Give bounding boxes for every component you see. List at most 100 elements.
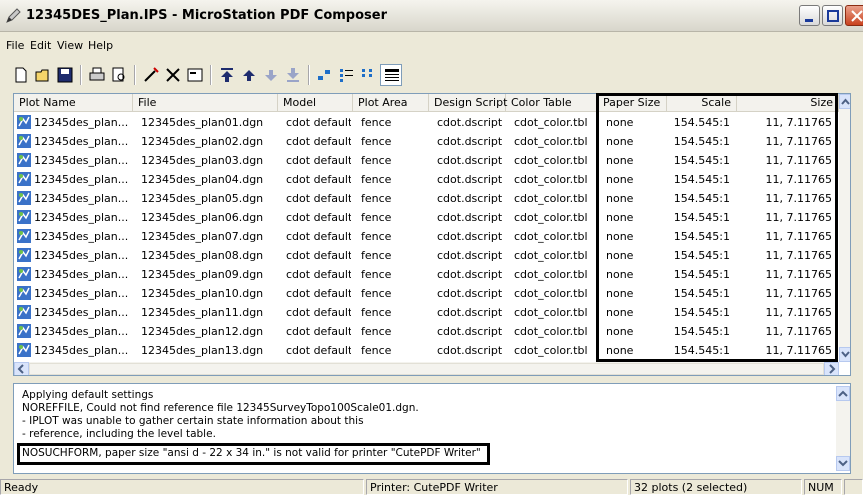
menu-file[interactable]: File [6, 39, 24, 52]
scroll-left-icon[interactable] [14, 362, 29, 375]
cell-plot-name: 12345des_plan... [34, 344, 129, 357]
cell-color-table: cdot_color.tbl [514, 325, 588, 338]
cell-file: 12345des_plan06.dgn [141, 211, 264, 224]
scroll-up-icon[interactable] [839, 94, 850, 109]
menu-help[interactable]: Help [88, 39, 113, 52]
cell-plot-name: 12345des_plan... [34, 154, 129, 167]
move-down-icon[interactable] [260, 64, 282, 86]
cell-file: 12345des_plan07.dgn [141, 230, 264, 243]
cell-model: cdot default [286, 173, 351, 186]
plot-file-icon [17, 229, 31, 243]
cell-model: cdot default [286, 135, 351, 148]
add-files-icon[interactable] [140, 64, 162, 86]
plot-file-icon [17, 115, 31, 129]
menu-bar: File Edit View Help [0, 37, 863, 55]
plot-file-icon [17, 305, 31, 319]
save-icon[interactable] [54, 64, 76, 86]
open-icon[interactable] [32, 64, 54, 86]
cell-file: 12345des_plan05.dgn [141, 192, 264, 205]
log-line: - reference, including the level table. [22, 428, 216, 440]
scroll-down-icon[interactable] [839, 347, 850, 362]
menu-view[interactable]: View [57, 39, 83, 52]
cell-design-script: cdot.dscript [437, 344, 503, 357]
cell-plot-name: 12345des_plan... [34, 135, 129, 148]
cell-color-table: cdot_color.tbl [514, 211, 588, 224]
cell-color-table: cdot_color.tbl [514, 287, 588, 300]
horizontal-scrollbar[interactable] [14, 362, 839, 375]
cell-plot-name: 12345des_plan... [34, 306, 129, 319]
small-icons-icon[interactable] [314, 64, 336, 86]
cell-model: cdot default [286, 325, 351, 338]
cell-design-script: cdot.dscript [437, 325, 503, 338]
print-preview-icon[interactable] [108, 64, 130, 86]
cell-design-script: cdot.dscript [437, 173, 503, 186]
print-icon[interactable] [86, 64, 108, 86]
move-top-icon[interactable] [216, 64, 238, 86]
cell-plot-area: fence [361, 287, 392, 300]
cell-model: cdot default [286, 306, 351, 319]
col-plot-name[interactable]: Plot Name [14, 94, 133, 112]
cell-design-script: cdot.dscript [437, 287, 503, 300]
col-design-script[interactable]: Design Script [429, 94, 507, 112]
plot-file-icon [17, 286, 31, 300]
list-view-icon[interactable] [336, 64, 358, 86]
plot-file-icon [17, 134, 31, 148]
properties-icon[interactable] [184, 64, 206, 86]
cell-color-table: cdot_color.tbl [514, 116, 588, 129]
move-bottom-icon[interactable] [282, 64, 304, 86]
cell-model: cdot default [286, 249, 351, 262]
plot-file-icon [17, 343, 31, 357]
cell-file: 12345des_plan11.dgn [141, 306, 264, 319]
cell-file: 12345des_plan13.dgn [141, 344, 264, 357]
cell-model: cdot default [286, 287, 351, 300]
cell-model: cdot default [286, 211, 351, 224]
cell-model: cdot default [286, 192, 351, 205]
plot-file-icon [17, 210, 31, 224]
log-line: NOREFFILE, Could not find reference file… [22, 402, 419, 414]
col-model[interactable]: Model [278, 94, 353, 112]
details-icon[interactable] [358, 64, 380, 86]
plot-file-icon [17, 267, 31, 281]
new-icon[interactable] [10, 64, 32, 86]
plot-file-icon [17, 153, 31, 167]
cell-file: 12345des_plan03.dgn [141, 154, 264, 167]
plot-file-icon [17, 248, 31, 262]
log-line: - IPLOT was unable to gather certain sta… [22, 415, 364, 427]
cell-plot-name: 12345des_plan... [34, 211, 129, 224]
cell-model: cdot default [286, 116, 351, 129]
col-color-table[interactable]: Color Table [506, 94, 598, 112]
cell-color-table: cdot_color.tbl [514, 192, 588, 205]
cell-plot-name: 12345des_plan... [34, 116, 129, 129]
cell-color-table: cdot_color.tbl [514, 154, 588, 167]
close-button[interactable] [845, 5, 863, 26]
scroll-right-icon[interactable] [824, 362, 839, 375]
menu-edit[interactable]: Edit [30, 39, 51, 52]
log-scrollbar[interactable] [836, 386, 850, 471]
cell-plot-area: fence [361, 116, 392, 129]
cell-plot-name: 12345des_plan... [34, 192, 129, 205]
delete-icon[interactable] [162, 64, 184, 86]
log-line: Applying default settings [22, 389, 154, 401]
maximize-button[interactable] [822, 5, 843, 26]
vertical-scrollbar[interactable] [839, 94, 850, 362]
horizontal-scroll-thumb[interactable] [29, 363, 824, 375]
report-view-icon[interactable] [380, 64, 402, 86]
log-scroll-up-icon[interactable] [836, 386, 850, 401]
title-bar[interactable]: 12345DES_Plan.IPS - MicroStation PDF Com… [0, 0, 863, 32]
cell-design-script: cdot.dscript [437, 306, 503, 319]
status-plots: 32 plots (2 selected) [630, 479, 802, 495]
minimize-button[interactable] [799, 5, 820, 26]
cell-model: cdot default [286, 268, 351, 281]
col-file[interactable]: File [133, 94, 278, 112]
window-title: 12345DES_Plan.IPS - MicroStation PDF Com… [26, 8, 388, 23]
move-up-icon[interactable] [238, 64, 260, 86]
plot-file-icon [17, 172, 31, 186]
cell-plot-name: 12345des_plan... [34, 173, 129, 186]
cell-plot-area: fence [361, 249, 392, 262]
plot-file-icon [17, 191, 31, 205]
log-scroll-down-icon[interactable] [836, 456, 850, 471]
cell-model: cdot default [286, 344, 351, 357]
cell-model: cdot default [286, 230, 351, 243]
col-plot-area[interactable]: Plot Area [353, 94, 429, 112]
cell-color-table: cdot_color.tbl [514, 268, 588, 281]
